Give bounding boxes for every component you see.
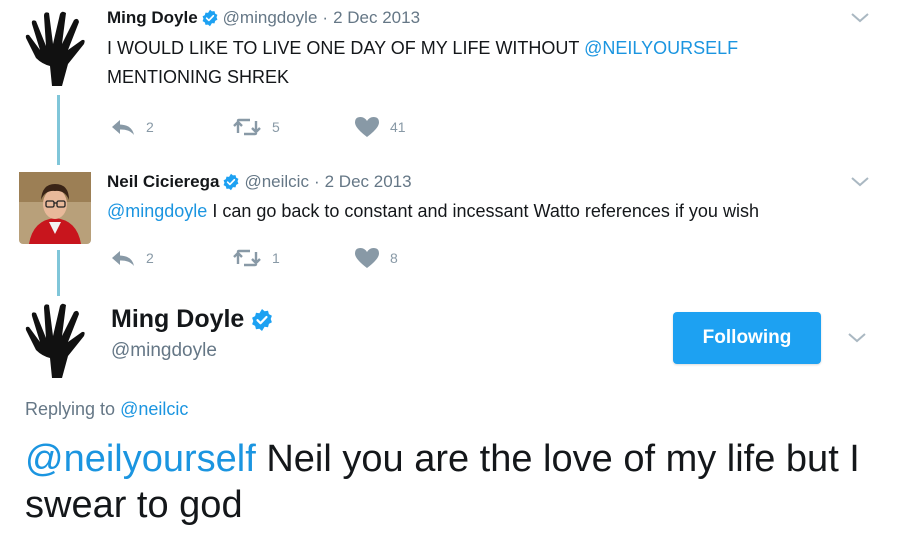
tweet-header: Ming Doyle @mingdoyle · 2 Dec 2013	[107, 8, 420, 28]
verified-badge-icon	[202, 9, 218, 27]
like-count: 8	[390, 250, 398, 266]
tweet-text-part: I WOULD LIKE TO LIVE ONE DAY OF MY LIFE …	[107, 38, 585, 58]
verified-badge-icon	[252, 308, 273, 331]
tweet-actions: 2 5 41	[110, 116, 406, 138]
like-button[interactable]: 41	[354, 116, 406, 138]
main-tweet: Ming Doyle @mingdoyle Following Replying…	[0, 296, 899, 539]
retweet-count: 1	[272, 250, 280, 266]
retweet-icon	[233, 118, 261, 136]
replying-to-link[interactable]: @neilcic	[120, 399, 188, 419]
chevron-down-icon[interactable]	[850, 176, 870, 188]
mention-link[interactable]: @NEILYOURSELF	[584, 38, 738, 58]
reply-button[interactable]: 2	[110, 118, 232, 136]
mention-link[interactable]: @neilyourself	[25, 438, 256, 480]
verified-badge-icon	[224, 173, 239, 191]
author-handle[interactable]: @neilcic	[244, 172, 309, 192]
reply-button[interactable]: 2	[110, 249, 232, 267]
heart-icon	[355, 117, 379, 137]
avatar[interactable]	[22, 300, 94, 378]
like-button[interactable]: 8	[354, 247, 398, 269]
main-author: Ming Doyle @mingdoyle	[111, 305, 278, 362]
header-separator: ·	[322, 8, 329, 27]
retweet-count: 5	[272, 119, 280, 135]
retweet-icon	[233, 249, 261, 267]
like-count: 41	[390, 119, 406, 135]
replying-to-label: Replying to	[25, 399, 121, 419]
tweet-text: I WOULD LIKE TO LIVE ONE DAY OF MY LIFE …	[107, 34, 867, 92]
avatar[interactable]	[19, 172, 91, 244]
author-handle[interactable]: @mingdoyle	[111, 340, 278, 362]
hand-avatar-icon	[25, 303, 85, 378]
main-tweet-text: @neilyourself Neil you are the love of m…	[25, 436, 875, 528]
following-button[interactable]: Following	[673, 312, 821, 364]
retweet-button[interactable]: 5	[232, 118, 354, 136]
tweet-actions: 2 1 8	[110, 247, 398, 269]
chevron-down-icon[interactable]	[850, 12, 870, 24]
main-author-row: Ming Doyle	[111, 305, 278, 334]
replying-to: Replying to @neilcic	[25, 399, 188, 420]
mention-link[interactable]: @mingdoyle	[107, 201, 207, 221]
tweet-text-part: MENTIONING SHREK	[107, 67, 290, 87]
tweet-text-part: I can go back to constant and incessant …	[207, 201, 759, 221]
chevron-down-icon[interactable]	[847, 332, 867, 344]
author-name[interactable]: Ming Doyle	[107, 8, 198, 28]
tweet-date[interactable]: 2 Dec 2013	[333, 8, 420, 28]
reply-count: 2	[146, 250, 154, 266]
avatar[interactable]	[22, 8, 94, 86]
tweet-date[interactable]: 2 Dec 2013	[325, 172, 412, 192]
header-separator: ·	[313, 172, 320, 191]
reply-count: 2	[146, 119, 154, 135]
neil-avatar-icon	[19, 172, 91, 244]
author-handle[interactable]: @mingdoyle	[223, 8, 318, 28]
tweet-header: Neil Cicierega @neilcic · 2 Dec 2013	[107, 172, 412, 192]
author-name[interactable]: Neil Cicierega	[107, 172, 219, 192]
reply-icon	[112, 120, 134, 135]
author-name[interactable]: Ming Doyle	[111, 305, 244, 334]
tweet-text: @mingdoyle I can go back to constant and…	[107, 197, 887, 226]
tweet-ming-doyle[interactable]: Ming Doyle @mingdoyle · 2 Dec 2013 I WOU…	[0, 0, 899, 150]
reply-icon	[112, 251, 134, 266]
heart-icon	[355, 248, 379, 268]
retweet-button[interactable]: 1	[232, 249, 354, 267]
tweet-neil-cicierega[interactable]: Neil Cicierega @neilcic · 2 Dec 2013 @mi…	[0, 165, 899, 295]
hand-avatar-icon	[25, 11, 85, 86]
